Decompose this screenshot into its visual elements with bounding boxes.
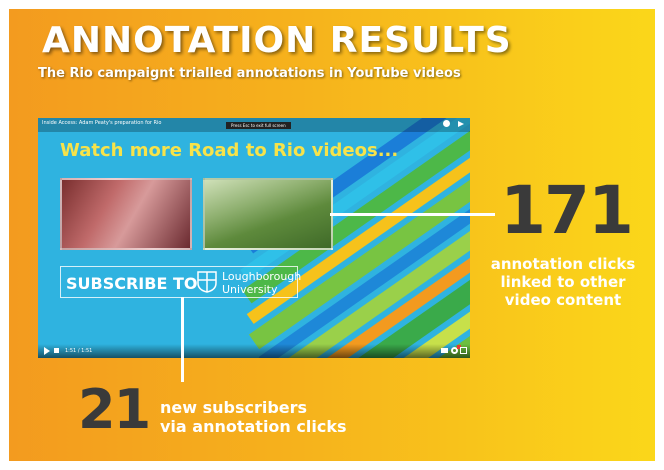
clicks-stat-number: 171 xyxy=(500,172,634,249)
subscribers-label-line1: new subscribers xyxy=(160,398,308,417)
subscribers-label-line2: via annotation clicks xyxy=(160,417,347,436)
page-subtitle: The Rio campaignt trialled annotations i… xyxy=(38,66,461,81)
play-icon[interactable] xyxy=(44,347,50,355)
fullscreen-icon[interactable] xyxy=(460,347,467,354)
endscreen-heading: Watch more Road to Rio videos... xyxy=(60,140,399,161)
volume-icon[interactable] xyxy=(54,348,59,353)
video-title: Inside Access: Adam Peaty's preparation … xyxy=(42,120,162,126)
university-crest-icon xyxy=(197,271,217,293)
captions-icon[interactable] xyxy=(441,348,448,353)
share-icon[interactable] xyxy=(458,121,464,127)
subscribe-label: SUBSCRIBE TO xyxy=(66,274,198,293)
subscribe-annotation[interactable]: SUBSCRIBE TO Loughborough University xyxy=(60,266,302,298)
subscribers-stat-label: new subscribers via annotation clicks xyxy=(160,398,346,436)
video-time: 1:51 / 1:51 xyxy=(65,348,93,354)
info-icon[interactable] xyxy=(443,120,450,127)
player-top-bar: Inside Access: Adam Peaty's preparation … xyxy=(38,118,470,132)
clicks-stat-label: annotation clicks linked to other video … xyxy=(490,255,636,309)
university-name-line1: Loughborough xyxy=(222,270,302,283)
connector-line-subscribers xyxy=(181,297,184,382)
video-player[interactable]: Inside Access: Adam Peaty's preparation … xyxy=(38,118,470,358)
page-title: ANNOTATION RESULTS xyxy=(42,20,512,61)
university-name-line2: University xyxy=(222,283,278,296)
player-controls: 1:51 / 1:51 xyxy=(38,344,470,358)
video-thumbnail-swimmer[interactable] xyxy=(60,178,192,250)
connector-line-clicks xyxy=(330,213,495,216)
subscribers-stat-number: 21 xyxy=(78,378,151,441)
fullscreen-message: Press Esc to exit full screen xyxy=(226,122,291,129)
video-thumbnail-garden[interactable] xyxy=(203,178,333,250)
